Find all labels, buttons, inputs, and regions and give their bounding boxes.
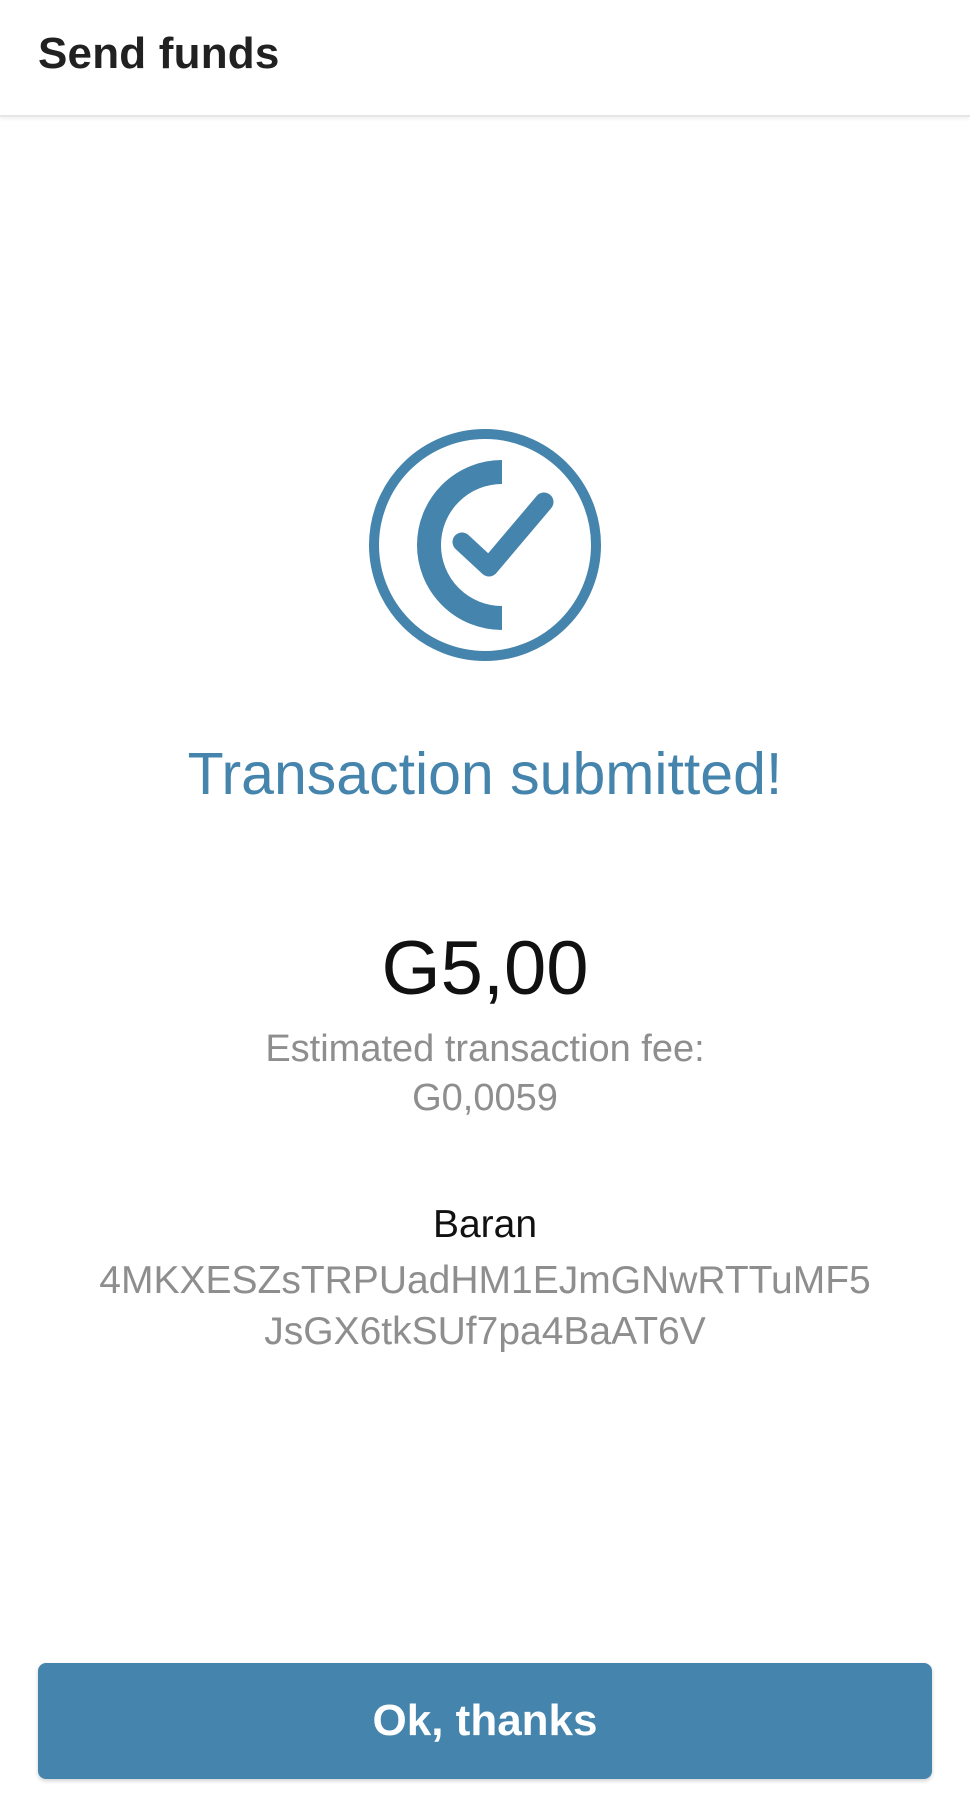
- recipient-address-line-1: 4MKXESZsTRPUadHM1EJmGNwRTTuMF5: [99, 1259, 871, 1302]
- check-circle-icon: [369, 429, 601, 661]
- app-bar: Send funds: [0, 0, 970, 117]
- recipient-address-line-2: JsGX6tkSUf7pa4BaAT6V: [264, 1310, 706, 1353]
- page-title: Send funds: [38, 29, 280, 78]
- status-headline: Transaction submitted!: [187, 741, 783, 807]
- ok-thanks-button[interactable]: Ok, thanks: [38, 1663, 932, 1779]
- recipient-name: Baran: [432, 1203, 538, 1246]
- fee-label: Estimated transaction fee:: [265, 1028, 705, 1070]
- fee-value: G0,0059: [412, 1077, 558, 1119]
- amount-value: G5,00: [381, 926, 589, 1011]
